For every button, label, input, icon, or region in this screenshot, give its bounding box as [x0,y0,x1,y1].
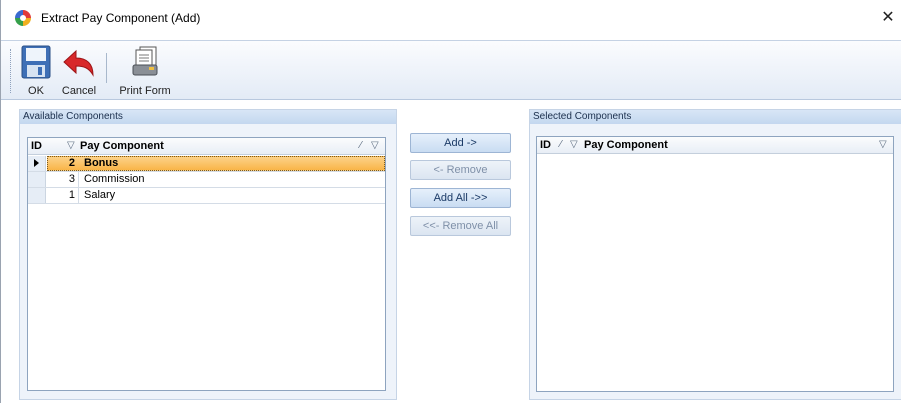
selected-components-panel: Selected Components ID ⁄ ▽ Pay Component… [529,109,901,400]
print-form-button[interactable]: Print Form [114,45,176,101]
toolbar-separator [106,53,107,83]
print-form-label: Print Form [119,85,171,97]
sort-icon: ⁄ [360,140,362,151]
toolbar: OK Cancel Print Form [1,40,901,100]
selected-components-grid: ID ⁄ ▽ Pay Component ▽ [536,136,894,392]
print-form-icon [132,46,158,76]
filter-icon[interactable]: ▽ [67,140,75,151]
remove-all-button[interactable]: <<- Remove All [410,216,511,236]
column-id[interactable]: ID [31,140,42,152]
floppy-disk-icon [21,45,51,79]
cancel-button[interactable]: Cancel [59,45,99,101]
add-button[interactable]: Add -> [410,133,511,153]
row-indicator [28,172,46,187]
title-bar: Extract Pay Component (Add) ✕ [1,0,901,36]
column-id[interactable]: ID [540,139,551,151]
column-pay-component[interactable]: Pay Component [584,139,668,151]
cancel-label: Cancel [61,85,97,97]
grid-header: ID ⁄ ▽ Pay Component ▽ [537,137,893,154]
row-pointer-icon [34,159,39,167]
ok-label: OK [28,85,44,97]
table-row[interactable]: 1 Salary [28,188,385,204]
app-logo-icon [15,10,31,26]
selected-components-header: Selected Components [530,110,901,124]
available-components-panel: Available Components ID ▽ Pay Component … [19,109,397,400]
cell-pay-component: Bonus [84,157,119,169]
filter-icon[interactable]: ▽ [570,139,578,150]
cell-pay-component: Salary [84,189,116,201]
available-components-grid: ID ▽ Pay Component ⁄ ▽ 2 Bonus 3 Commiss… [27,137,386,391]
column-pay-component[interactable]: Pay Component [80,140,164,152]
undo-arrow-icon [63,49,94,77]
cell-separator [78,172,79,187]
grid-header: ID ▽ Pay Component ⁄ ▽ [28,138,385,155]
filter-icon[interactable]: ▽ [371,140,379,151]
close-button[interactable]: ✕ [875,6,901,30]
row-indicator [28,156,46,171]
window-title: Extract Pay Component (Add) [41,11,201,25]
toolbar-group-edge [10,49,11,93]
cell-id: 3 [68,173,75,185]
table-row[interactable]: 3 Commission [28,172,385,188]
cell-id: 2 [68,157,75,169]
filter-icon[interactable]: ▽ [879,139,887,150]
sort-icon: ⁄ [560,139,562,150]
cell-pay-component: Commission [84,173,145,185]
ok-button[interactable]: OK [19,45,53,101]
add-all-button[interactable]: Add All ->> [410,188,511,208]
cell-id: 1 [68,189,75,201]
remove-button[interactable]: <- Remove [410,160,511,180]
available-components-header: Available Components [20,110,396,124]
cell-separator [78,188,79,203]
dialog-window: Extract Pay Component (Add) ✕ OK Cancel [0,0,901,403]
row-indicator [28,188,46,203]
table-row[interactable]: 2 Bonus [28,156,385,172]
